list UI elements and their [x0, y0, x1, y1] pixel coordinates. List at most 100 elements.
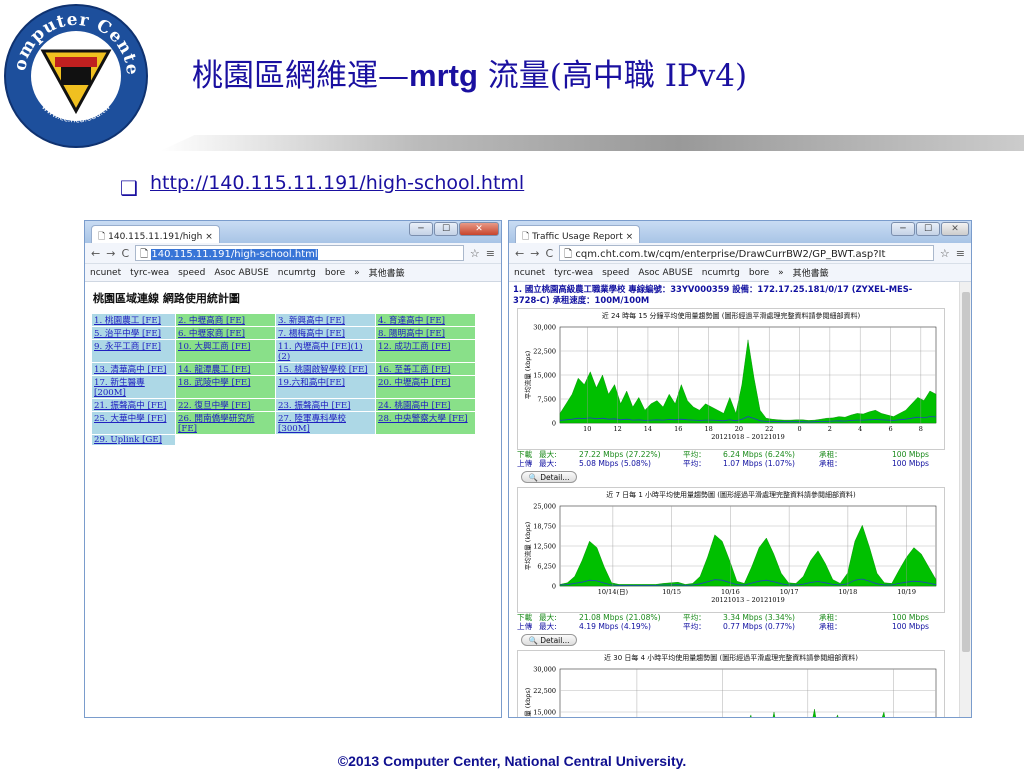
- star-icon[interactable]: ☆: [940, 247, 950, 260]
- school-link[interactable]: 10. 大興工商 [FE]: [175, 339, 276, 363]
- line-info-1: 1. 國立桃園高級農工職業學校 專線編號：33YV000359 設備：172.1…: [513, 284, 913, 294]
- page-icon: 🗋: [98, 232, 106, 242]
- school-link[interactable]: 15. 桃園啟智學校 [FE]: [275, 362, 376, 376]
- address-bar[interactable]: 🗋 cqm.cht.com.tw/cqm/enterprise/DrawCurr…: [559, 245, 934, 261]
- bookmark-item[interactable]: tyrc-wea: [130, 268, 169, 278]
- page-icon: 🗋: [140, 249, 152, 260]
- bookmark-item[interactable]: 其他書籤: [793, 266, 829, 279]
- school-traffic-link[interactable]: http://140.115.11.191/high-school.html: [150, 172, 524, 194]
- stats-avg-label: 平均：: [683, 459, 706, 468]
- bookmark-item[interactable]: ncunet: [90, 268, 121, 278]
- stats-rent-label: 承租：: [819, 459, 842, 468]
- line-info: 1. 國立桃園高級農工職業學校 專線編號：33YV000359 設備：172.1…: [509, 282, 971, 308]
- bookmark-item[interactable]: ncunet: [514, 268, 545, 278]
- reload-icon[interactable]: C: [545, 247, 553, 260]
- chart-title: 近 7 日每 1 小時平均使用量趨勢圖 (圖形經過平滑處理完整資料請參閱細部資料…: [606, 491, 856, 499]
- stats-label: 下載: [517, 450, 533, 459]
- bookmark-item[interactable]: bore: [749, 268, 769, 278]
- reload-icon[interactable]: C: [121, 247, 129, 260]
- page-icon: 🗋: [564, 249, 576, 260]
- stats-rent-label: 承租：: [819, 450, 842, 459]
- y-tick-label: 25,000: [533, 503, 556, 511]
- y-tick-label: 0: [552, 583, 556, 591]
- school-link[interactable]: 16. 至善工商 [FE]: [375, 362, 476, 376]
- school-link[interactable]: 2. 中壢高商 [FE]: [175, 313, 276, 327]
- school-link[interactable]: 21. 振聲高中 [FE]: [91, 398, 176, 412]
- detail-button[interactable]: 🔍 Detail...: [521, 634, 577, 646]
- school-link[interactable]: 27. 陸軍專科學校 [300M]: [275, 411, 376, 435]
- chart-period: 20121018 – 20121019: [711, 433, 785, 441]
- scrollbar-thumb[interactable]: [962, 292, 970, 652]
- minimize-button[interactable]: ─: [891, 222, 915, 236]
- bookmark-item[interactable]: ncumrtg: [702, 268, 740, 278]
- school-link[interactable]: 5. 治平中學 [FE]: [91, 326, 176, 340]
- bookmark-item[interactable]: Asoc ABUSE: [214, 268, 268, 278]
- bookmark-item[interactable]: »: [778, 268, 784, 278]
- school-link[interactable]: 28. 中央警察大學 [FE]: [375, 411, 476, 435]
- bookmark-item[interactable]: ncumrtg: [278, 268, 316, 278]
- browser-tab[interactable]: 🗋 140.115.11.191/high ×: [91, 225, 220, 243]
- stats-max-label: 最大:: [539, 622, 557, 631]
- scrollbar[interactable]: [959, 282, 971, 717]
- detail-button[interactable]: 🔍 Detail...: [521, 471, 577, 483]
- y-tick-label: 30,000: [533, 666, 556, 674]
- table-row: 5. 治平中學 [FE] 6. 中壢家商 [FE] 7. 楊梅高中 [FE] 8. 陽…: [91, 326, 476, 340]
- stats-rent: 100 Mbps: [891, 459, 929, 468]
- school-link[interactable]: 23. 振聲高中 [FE]: [275, 398, 376, 412]
- traffic-chart: 近 7 日每 1 小時平均使用量趨勢圖 (圖形經過平滑處理完整資料請參閱細部資料…: [517, 487, 945, 613]
- school-link[interactable]: 4. 育達高中 [FE]: [375, 313, 476, 327]
- bookmark-item[interactable]: Asoc ABUSE: [638, 268, 692, 278]
- stats-rent: 100 Mbps: [891, 622, 929, 631]
- stats-row: 下載 最大: 27.22 Mbps (27.22%) 平均： 6.24 Mbps (6.…: [517, 450, 971, 459]
- school-link[interactable]: 11. 內壢高中 [FE](1) (2): [275, 339, 376, 363]
- school-link[interactable]: 25. 大華中學 [FE]: [91, 411, 176, 435]
- school-link[interactable]: 3. 新興高中 [FE]: [275, 313, 376, 327]
- menu-icon[interactable]: ≡: [486, 247, 495, 260]
- address-bar[interactable]: 🗋 140.115.11.191/high-school.html: [135, 245, 464, 261]
- chart-period: 20121013 – 20121019: [711, 596, 785, 604]
- menu-icon[interactable]: ≡: [956, 247, 965, 260]
- school-link[interactable]: 13. 清華高中 [FE]: [91, 362, 176, 376]
- bookmark-item[interactable]: speed: [602, 268, 629, 278]
- stats-label: 上傳: [517, 622, 533, 631]
- chart-stats: 下載 最大: 21.08 Mbps (21.08%) 平均： 3.34 Mbps (3.…: [517, 613, 971, 631]
- school-link[interactable]: 20. 中壢高中 [FE]: [375, 375, 476, 399]
- school-link[interactable]: 14. 龍潭農工 [FE]: [175, 362, 276, 376]
- school-link[interactable]: 29. Uplink [GE]: [91, 434, 176, 446]
- school-link[interactable]: 18. 武陵中學 [FE]: [175, 375, 276, 399]
- school-link[interactable]: 24. 桃園高中 [FE]: [375, 398, 476, 412]
- school-link[interactable]: 9. 永平工商 [FE]: [91, 339, 176, 363]
- back-icon[interactable]: ←: [515, 247, 524, 260]
- school-link[interactable]: 8. 陽明高中 [FE]: [375, 326, 476, 340]
- close-button[interactable]: ✕: [941, 222, 969, 236]
- maximize-button[interactable]: ☐: [916, 222, 940, 236]
- school-link[interactable]: 19.六和高中[FE]: [275, 375, 376, 399]
- minimize-button[interactable]: ─: [409, 222, 433, 236]
- star-icon[interactable]: ☆: [470, 247, 480, 260]
- school-link[interactable]: 17. 新生醫專 [200M]: [91, 375, 176, 399]
- school-link[interactable]: 22. 復旦中學 [FE]: [175, 398, 276, 412]
- school-link[interactable]: 1. 桃園農工 [FE]: [91, 313, 176, 327]
- traffic-chart: 近 30 日每 4 小時平均使用量趨勢圖 (圖形經過平滑處理完整資料請參閱細部資…: [517, 650, 945, 717]
- bookmark-item[interactable]: speed: [178, 268, 205, 278]
- slide-title: 桃園區網維運—mrtg 流量(高中職 IPv4): [192, 58, 748, 94]
- forward-icon[interactable]: →: [530, 247, 539, 260]
- close-button[interactable]: ✕: [459, 222, 499, 236]
- maximize-button[interactable]: ☐: [434, 222, 458, 236]
- back-icon[interactable]: ←: [91, 247, 100, 260]
- y-tick-label: 30,000: [533, 324, 556, 332]
- bookmark-item[interactable]: 其他書籤: [369, 266, 405, 279]
- school-link[interactable]: 6. 中壢家商 [FE]: [175, 326, 276, 340]
- bookmark-item[interactable]: tyrc-wea: [554, 268, 593, 278]
- school-link[interactable]: 7. 楊梅高中 [FE]: [275, 326, 376, 340]
- chart-plot: 30,00022,50015,0007,5000平均流量 (kbps)9/23(…: [523, 666, 937, 717]
- forward-icon[interactable]: →: [106, 247, 115, 260]
- titlebar: 🗋 140.115.11.191/high × ─ ☐ ✕: [85, 221, 501, 243]
- browser-tab[interactable]: 🗋 Traffic Usage Report ×: [515, 225, 641, 243]
- school-link[interactable]: 12. 成功工商 [FE]: [375, 339, 476, 363]
- bookmark-item[interactable]: bore: [325, 268, 345, 278]
- stats-row: 上傳 最大: 4.19 Mbps (4.19%) 平均： 0.77 Mbps (0.77…: [517, 622, 971, 631]
- bookmark-item[interactable]: »: [354, 268, 360, 278]
- school-link[interactable]: 26. 開南僑學研究所 [FE]: [175, 411, 276, 435]
- stats-row: 上傳 最大: 5.08 Mbps (5.08%) 平均： 1.07 Mbps (1.07…: [517, 459, 971, 468]
